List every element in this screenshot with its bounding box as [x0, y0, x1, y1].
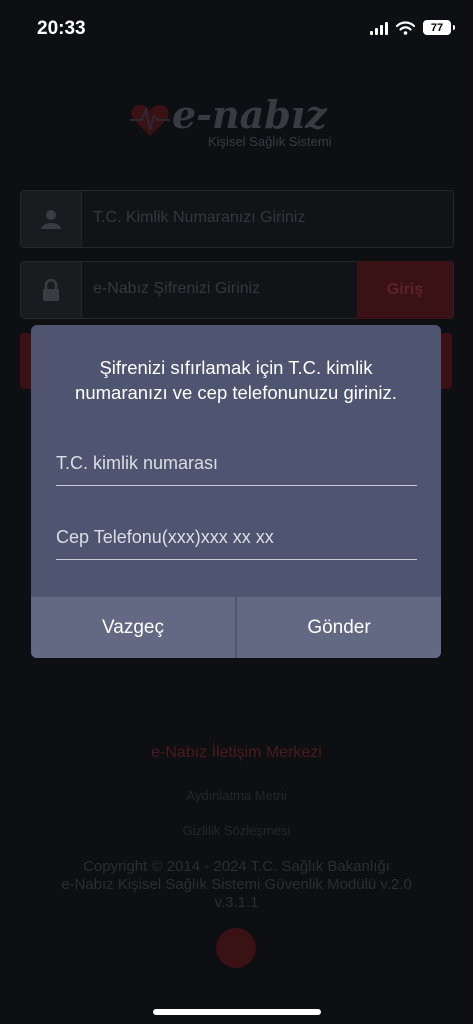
- copyright-block: Copyright © 2014 - 2024 T.C. Sağlık Baka…: [0, 858, 473, 912]
- password-field[interactable]: e-Nabız Şifrenizi Giriniz Giriş: [20, 261, 454, 319]
- phone-field[interactable]: [56, 515, 417, 560]
- e-nabiz-logo: e-nabız Kişisel Sağlık Sistemi: [130, 92, 360, 152]
- copyright-line1: Copyright © 2014 - 2024 T.C. Sağlık Baka…: [83, 858, 390, 875]
- battery-icon: 77: [423, 20, 455, 35]
- tc-field[interactable]: T.C. Kimlik Numaranızı Giriniz: [20, 190, 454, 248]
- login-button[interactable]: Giriş: [357, 261, 453, 319]
- send-button[interactable]: Gönder: [237, 597, 441, 658]
- copyright-line2: e-Nabız Kişisel Sağlık Sistemi Güvenlik …: [61, 876, 412, 893]
- home-indicator[interactable]: [153, 1009, 321, 1015]
- version-text: v.3.1.1: [214, 894, 259, 911]
- heart-pulse-icon: [130, 104, 170, 136]
- reset-password-dialog: Şifrenizi sıfırlamak için T.C. kimlik nu…: [31, 325, 441, 658]
- ministry-logo: [216, 928, 256, 968]
- cellular-signal-icon: [370, 21, 388, 35]
- tc-number-field[interactable]: [56, 441, 417, 486]
- clarification-link[interactable]: Aydınlatma Metni: [0, 788, 473, 803]
- logo-subtitle: Kişisel Sağlık Sistemi: [208, 134, 332, 149]
- lock-icon: [21, 262, 82, 318]
- wifi-icon: [396, 20, 415, 35]
- battery-level: 77: [430, 21, 444, 34]
- password-placeholder: e-Nabız Şifrenizi Giriniz: [93, 280, 261, 297]
- status-time: 20:33: [37, 18, 86, 39]
- tc-placeholder: T.C. Kimlik Numaranızı Giriniz: [93, 209, 306, 226]
- logo-text: e-nabız: [172, 92, 327, 137]
- tc-number-input[interactable]: [56, 441, 417, 485]
- status-bar: 20:33 77: [0, 0, 473, 60]
- contact-center-link[interactable]: e-Nabız İletişim Merkezi: [0, 744, 473, 762]
- privacy-link[interactable]: Gizlilik Sözleşmesi: [0, 823, 473, 838]
- dialog-message: Şifrenizi sıfırlamak için T.C. kimlik nu…: [75, 357, 397, 403]
- phone-input[interactable]: [56, 515, 417, 559]
- user-icon: [21, 191, 82, 247]
- cancel-button[interactable]: Vazgeç: [31, 597, 235, 658]
